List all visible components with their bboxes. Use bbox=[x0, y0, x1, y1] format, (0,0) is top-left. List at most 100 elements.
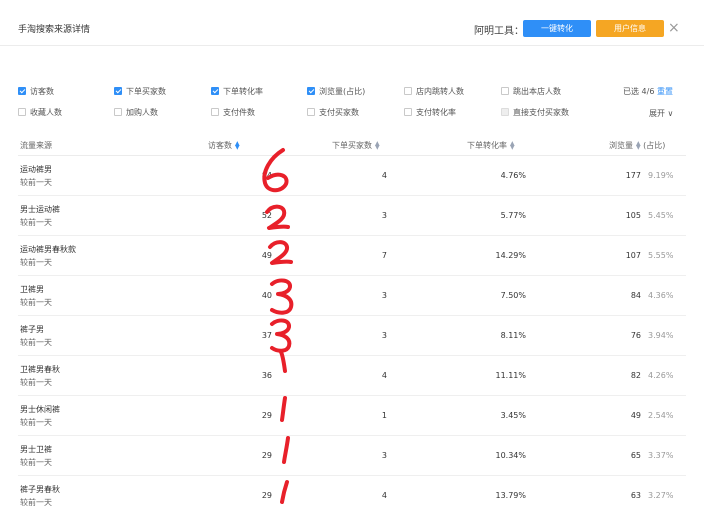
convert-button[interactable]: 一键转化 bbox=[523, 20, 591, 37]
visitors-value: 52 bbox=[261, 211, 272, 220]
pv-share-value: 3.37% bbox=[648, 451, 674, 460]
rate-value: 3.45% bbox=[500, 411, 526, 420]
compare-label: 较前一天 bbox=[20, 498, 52, 507]
metric-option[interactable]: 收藏人数 bbox=[18, 107, 62, 119]
pv-share-value: 2.54% bbox=[648, 411, 674, 420]
checkbox[interactable] bbox=[211, 108, 219, 116]
buyers-value: 3 bbox=[381, 291, 387, 300]
option-label: 跳出本店人数 bbox=[513, 87, 561, 96]
metric-option[interactable]: 加购人数 bbox=[114, 107, 158, 119]
dialog-title: 手淘搜索来源详情 bbox=[18, 25, 91, 35]
rate-value: 4.76% bbox=[500, 171, 526, 180]
pv-share-value: 3.94% bbox=[648, 331, 674, 340]
pv-share-value: 4.26% bbox=[648, 371, 674, 380]
sort-icon[interactable]: ▲ ▼ bbox=[510, 141, 515, 151]
checkbox[interactable] bbox=[404, 108, 412, 116]
pv-value: 107 bbox=[625, 251, 641, 260]
checkbox[interactable] bbox=[211, 87, 219, 95]
buyers-value: 1 bbox=[381, 411, 387, 420]
compare-label: 较前一天 bbox=[20, 298, 52, 307]
checkbox[interactable] bbox=[501, 87, 509, 95]
checkbox bbox=[501, 108, 509, 116]
compare-label: 较前一天 bbox=[20, 178, 52, 187]
pv-share-value: 9.19% bbox=[648, 171, 674, 180]
header-buyers[interactable]: 下单买家数 ▲ ▼ bbox=[332, 140, 380, 151]
user-info-button[interactable]: 用户信息 bbox=[596, 20, 664, 37]
checkbox[interactable] bbox=[114, 108, 122, 116]
option-label: 支付件数 bbox=[223, 108, 255, 117]
visitors-value: 29 bbox=[261, 491, 272, 500]
metric-option[interactable]: 浏览量(占比) bbox=[307, 86, 365, 98]
option-label: 访客数 bbox=[30, 87, 54, 96]
table-row[interactable]: 卫裤男春秋 较前一天 36 4 11.11% 82 4.26% bbox=[18, 356, 686, 396]
source-keyword: 运动裤男 bbox=[20, 165, 52, 174]
metric-option[interactable]: 支付转化率 bbox=[404, 107, 456, 119]
checkbox[interactable] bbox=[404, 87, 412, 95]
buyers-value: 3 bbox=[381, 211, 387, 220]
metric-option[interactable]: 支付件数 bbox=[211, 107, 255, 119]
table-row[interactable]: 男士运动裤 较前一天 52 3 5.77% 105 5.45% bbox=[18, 196, 686, 236]
option-label: 店内跳转人数 bbox=[416, 87, 464, 96]
pv-value: 49 bbox=[630, 411, 641, 420]
close-icon[interactable]: × bbox=[668, 19, 680, 37]
metric-option[interactable]: 跳出本店人数 bbox=[501, 86, 561, 98]
metric-option[interactable]: 下单转化率 bbox=[211, 86, 263, 98]
compare-label: 较前一天 bbox=[20, 258, 52, 267]
compare-label: 较前一天 bbox=[20, 418, 52, 427]
source-keyword: 卫裤男春秋 bbox=[20, 365, 60, 374]
pv-share-value: 4.36% bbox=[648, 291, 674, 300]
rate-value: 7.50% bbox=[500, 291, 526, 300]
checkbox[interactable] bbox=[307, 87, 315, 95]
table-row[interactable]: 男士休闲裤 较前一天 29 1 3.45% 49 2.54% bbox=[18, 396, 686, 436]
header-visitors[interactable]: 访客数 ▲ ▼ bbox=[208, 140, 240, 151]
table-row[interactable]: 裤子男 较前一天 37 3 8.11% 76 3.94% bbox=[18, 316, 686, 356]
checkbox[interactable] bbox=[114, 87, 122, 95]
metric-option[interactable]: 店内跳转人数 bbox=[404, 86, 464, 98]
checkbox[interactable] bbox=[18, 108, 26, 116]
source-keyword: 男士卫裤 bbox=[20, 445, 52, 454]
pv-value: 82 bbox=[630, 371, 641, 380]
option-label: 加购人数 bbox=[126, 108, 158, 117]
table-header: 流量来源 访客数 ▲ ▼ 下单买家数 ▲ ▼ 下单转化率 ▲ ▼ 浏览量 ▲ ▼ (占比) bbox=[18, 134, 686, 156]
table-row[interactable]: 裤子男春秋 较前一天 29 4 13.79% 63 3.27% bbox=[18, 476, 686, 510]
checkbox[interactable] bbox=[18, 87, 26, 95]
reset-link[interactable]: 重置 bbox=[657, 87, 673, 96]
source-keyword: 裤子男 bbox=[20, 325, 44, 334]
expand-toggle[interactable]: 展开 ∨ bbox=[649, 108, 673, 119]
option-label: 支付转化率 bbox=[416, 108, 456, 117]
checkbox[interactable] bbox=[307, 108, 315, 116]
rate-value: 10.34% bbox=[495, 451, 526, 460]
rate-value: 5.77% bbox=[500, 211, 526, 220]
rate-value: 8.11% bbox=[500, 331, 526, 340]
metric-option[interactable]: 下单买家数 bbox=[114, 86, 166, 98]
table-row[interactable]: 男士卫裤 较前一天 29 3 10.34% 65 3.37% bbox=[18, 436, 686, 476]
pv-share-value: 5.55% bbox=[648, 251, 674, 260]
metric-option: 直接支付买家数 bbox=[501, 107, 569, 119]
pv-value: 105 bbox=[625, 211, 641, 220]
option-label: 浏览量(占比) bbox=[319, 87, 366, 96]
pv-share-value: 3.27% bbox=[648, 491, 674, 500]
pv-value: 65 bbox=[630, 451, 641, 460]
table-row[interactable]: 运动裤男春秋款 较前一天 49 7 14.29% 107 5.55% bbox=[18, 236, 686, 276]
sort-icon[interactable]: ▲ ▼ bbox=[375, 141, 380, 151]
metric-option[interactable]: 访客数 bbox=[18, 86, 54, 98]
selection-count: 已选 4/6 重置 bbox=[623, 86, 673, 97]
header-rate[interactable]: 下单转化率 ▲ ▼ bbox=[467, 140, 515, 151]
table-row[interactable]: 运动裤男 较前一天 84 4 4.76% 177 9.19% bbox=[18, 156, 686, 196]
rate-value: 13.79% bbox=[495, 491, 526, 500]
source-keyword: 男士运动裤 bbox=[20, 205, 60, 214]
metric-option[interactable]: 支付买家数 bbox=[307, 107, 359, 119]
compare-label: 较前一天 bbox=[20, 378, 52, 387]
buyers-value: 4 bbox=[381, 371, 387, 380]
sort-icon[interactable]: ▲ ▼ bbox=[636, 141, 641, 151]
visitors-value: 29 bbox=[261, 411, 272, 420]
sort-icon[interactable]: ▲ ▼ bbox=[235, 141, 240, 151]
header-pv[interactable]: 浏览量 ▲ ▼ (占比) bbox=[609, 140, 665, 151]
header-source: 流量来源 bbox=[20, 141, 52, 150]
table-row[interactable]: 卫裤男 较前一天 40 3 7.50% 84 4.36% bbox=[18, 276, 686, 316]
compare-label: 较前一天 bbox=[20, 458, 52, 467]
tool-label: 阿明工具： bbox=[474, 26, 524, 37]
dialog-header: 手淘搜索来源详情 阿明工具： 一键转化 用户信息 × bbox=[0, 0, 704, 46]
source-keyword: 卫裤男 bbox=[20, 285, 44, 294]
option-label: 直接支付买家数 bbox=[513, 108, 569, 117]
